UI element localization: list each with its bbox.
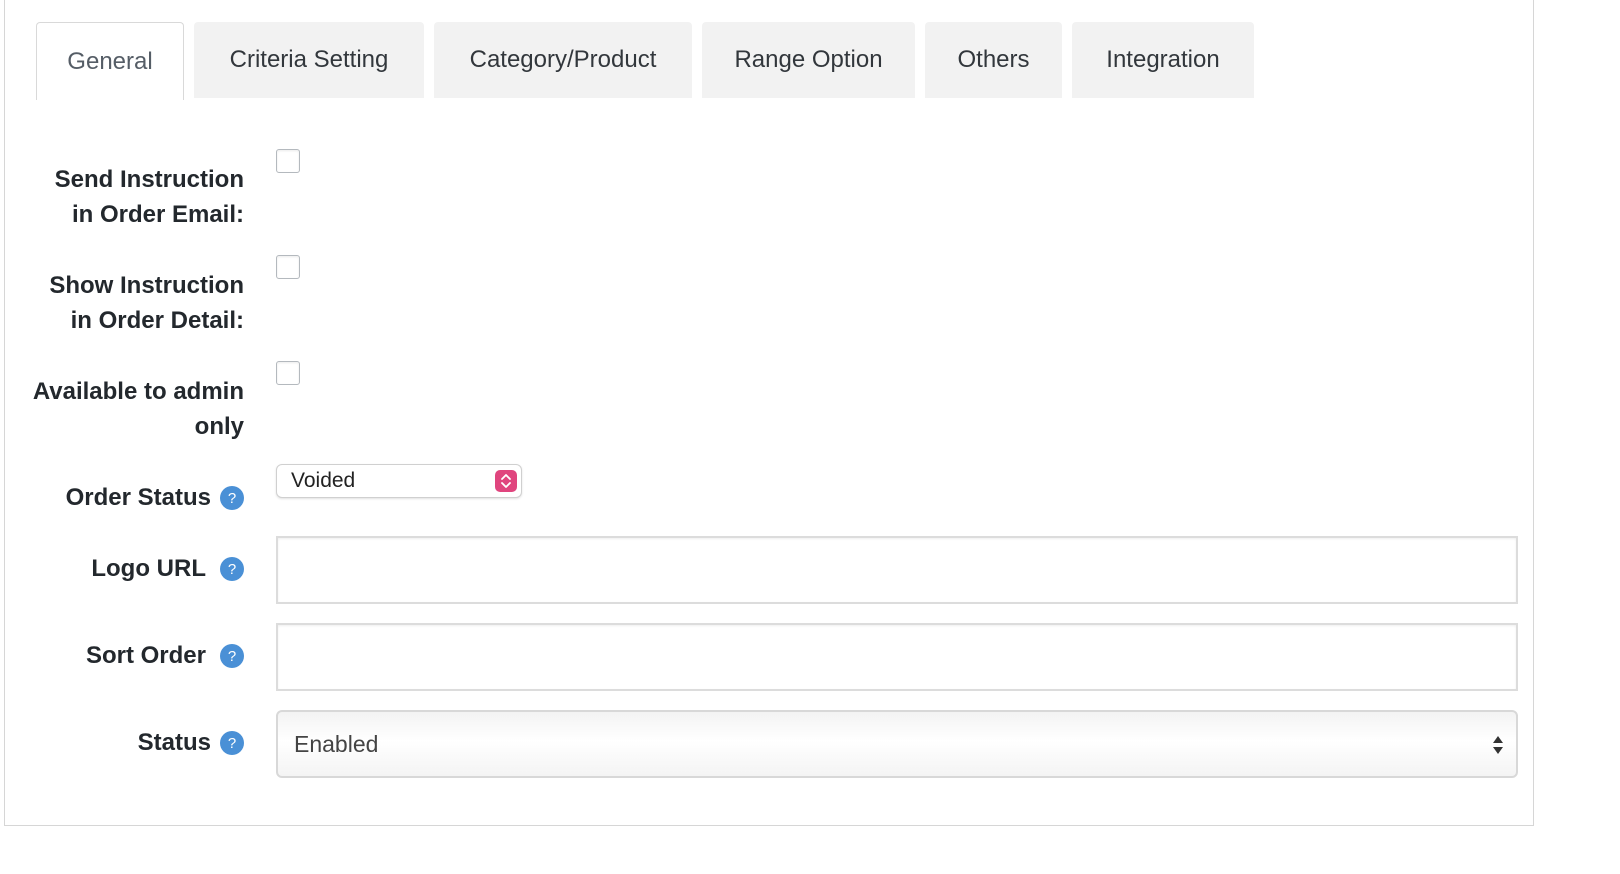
admin-only-checkbox[interactable] — [276, 361, 300, 385]
tab-range-option[interactable]: Range Option — [702, 22, 915, 98]
send-instruction-label-line2: in Order Email: — [71, 201, 244, 228]
show-instruction-label-line2: in Order Detail: — [70, 307, 244, 334]
status-label: Status — [137, 729, 211, 756]
order-status-help-icon[interactable]: ? — [220, 486, 244, 510]
show-instruction-label-line1: Show Instruction — [49, 272, 244, 299]
logo-url-help-icon[interactable]: ? — [220, 557, 244, 581]
sort-order-input[interactable] — [276, 623, 1518, 691]
show-instruction-checkbox[interactable] — [276, 255, 300, 279]
order-status-label: Order Status — [65, 484, 211, 511]
admin-only-label: Available to admin only — [33, 374, 244, 444]
select-arrows-icon — [495, 470, 517, 492]
send-instruction-label-line1: Send Instruction — [54, 166, 244, 193]
order-status-select[interactable]: Voided — [276, 464, 522, 498]
admin-only-label-line1: Available to admin — [32, 378, 244, 405]
select-updown-icon — [1492, 733, 1504, 763]
tab-criteria-setting[interactable]: Criteria Setting — [194, 22, 424, 98]
order-status-value: Voided — [291, 469, 356, 492]
tab-general[interactable]: General — [36, 22, 184, 100]
logo-url-input[interactable] — [276, 536, 1518, 604]
tab-others[interactable]: Others — [925, 22, 1062, 98]
status-help-icon[interactable]: ? — [220, 731, 244, 755]
show-instruction-label: Show Instruction in Order Detail: — [49, 268, 244, 338]
order-status-label-row: Order Status ? — [66, 484, 244, 512]
sort-order-label: Sort Order — [85, 642, 206, 669]
send-instruction-label: Send Instruction in Order Email: — [55, 162, 244, 232]
sort-order-help-icon[interactable]: ? — [220, 644, 244, 668]
status-value: Enabled — [294, 730, 379, 757]
sort-order-label-row: Sort Order ? — [86, 642, 244, 670]
admin-only-label-line2: only — [194, 413, 244, 440]
tab-integration[interactable]: Integration — [1072, 22, 1254, 98]
send-instruction-checkbox[interactable] — [276, 149, 300, 173]
logo-url-label-row: Logo URL ? — [91, 555, 244, 583]
status-label-row: Status ? — [138, 729, 244, 757]
logo-url-label: Logo URL — [91, 555, 206, 582]
status-select[interactable]: Enabled — [276, 710, 1518, 778]
tab-category-product[interactable]: Category/Product — [434, 22, 692, 98]
